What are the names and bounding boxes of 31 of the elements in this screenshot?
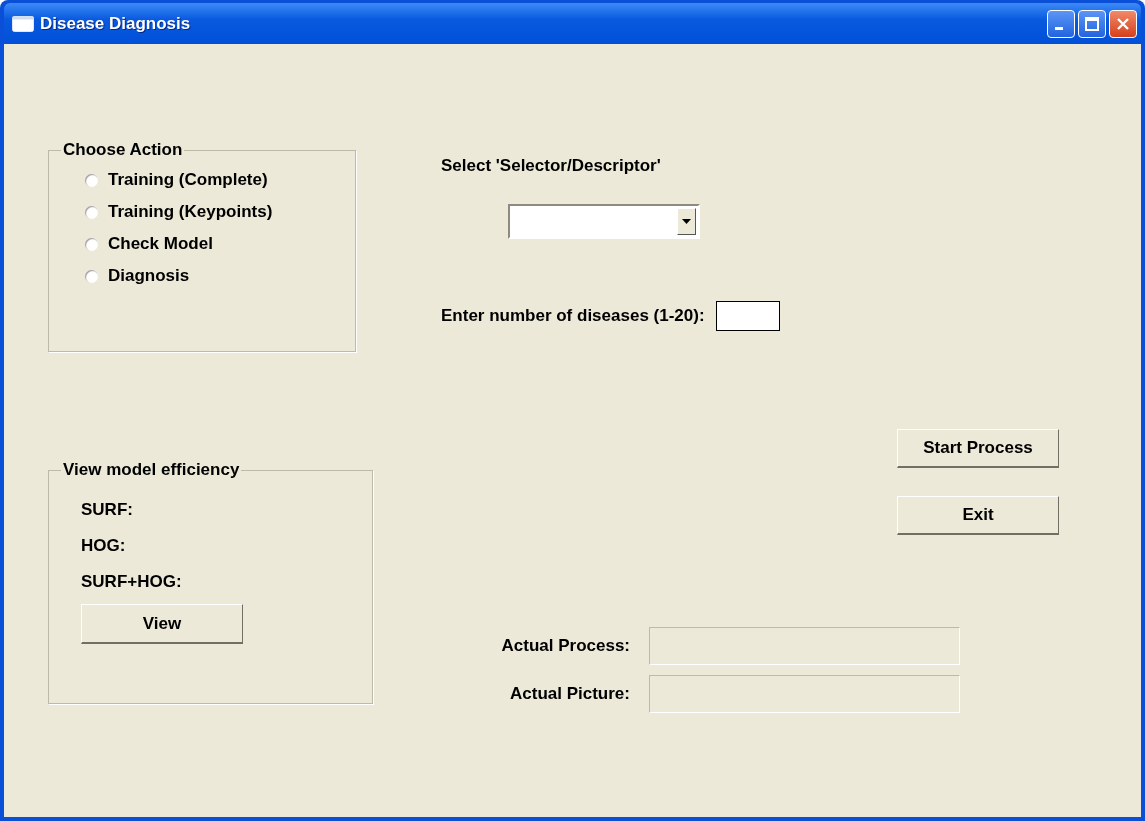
selector-dropdown[interactable]	[508, 204, 700, 239]
close-button[interactable]	[1109, 9, 1137, 38]
efficiency-label: SURF:	[81, 500, 134, 521]
window-icon	[12, 15, 34, 32]
close-icon	[1116, 16, 1130, 31]
maximize-button[interactable]	[1078, 9, 1106, 38]
minimize-button[interactable]	[1047, 9, 1075, 38]
group-title: Choose Action	[62, 140, 184, 160]
action-button[interactable]: Start Process	[897, 429, 1059, 468]
view-button[interactable]: View	[81, 604, 243, 644]
window-title: Disease Diagnosis	[40, 13, 192, 34]
diseases-input[interactable]	[715, 301, 780, 331]
efficiency-label: SURF+HOG:	[81, 572, 183, 593]
radio-button[interactable]	[85, 237, 98, 251]
efficiency-label: HOG:	[81, 536, 127, 557]
radio-button[interactable]	[85, 269, 98, 283]
action-button[interactable]: Exit	[897, 496, 1059, 535]
radio-button[interactable]	[85, 173, 98, 187]
minimize-icon	[1055, 27, 1063, 30]
radio-button[interactable]	[85, 205, 98, 219]
group-title: View model efficiency	[62, 460, 241, 480]
radio-label: Training (Keypoints)	[108, 202, 273, 222]
maximize-icon	[1085, 16, 1099, 31]
selector-label: Select 'Selector/Descriptor'	[441, 156, 662, 176]
radio-label: Training (Complete)	[108, 170, 268, 190]
dropdown-arrow-icon	[682, 219, 691, 224]
radio-label: Diagnosis	[108, 266, 190, 286]
status-label: Actual Process:	[500, 636, 631, 656]
radio-label: Check Model	[108, 234, 213, 254]
diseases-label: Enter number of diseases (1-20):	[441, 306, 705, 326]
status-label: Actual Picture:	[509, 684, 631, 704]
